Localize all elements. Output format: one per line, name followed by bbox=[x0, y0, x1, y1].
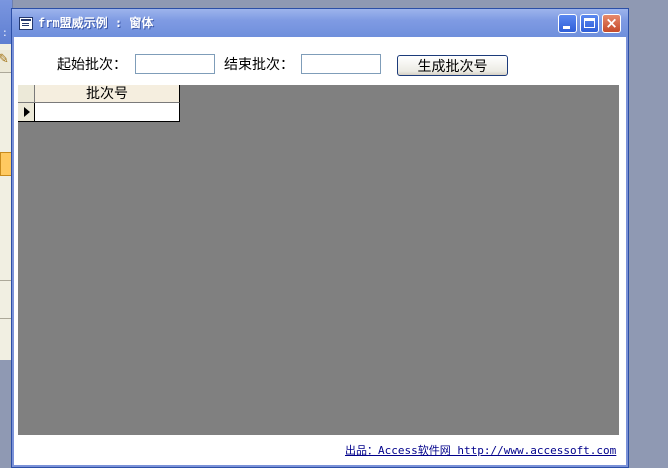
maximize-button[interactable] bbox=[580, 14, 599, 33]
window-title: frm盟威示例 : 窗体 bbox=[38, 16, 154, 30]
form-window: frm盟威示例 : 窗体 × 起始批次： 结束批次： 生成批次号 批次号 出品：… bbox=[11, 8, 629, 468]
batch-datasheet[interactable]: 批次号 bbox=[18, 85, 619, 435]
close-button[interactable]: × bbox=[602, 14, 621, 33]
end-batch-input[interactable] bbox=[301, 54, 381, 74]
form-icon[interactable] bbox=[19, 17, 33, 30]
credit-link[interactable]: 出品：Access软件网 http://www.accessoft.com bbox=[345, 442, 616, 458]
batch-number-cell[interactable] bbox=[35, 103, 180, 122]
minimize-icon bbox=[563, 26, 570, 29]
maximize-icon bbox=[584, 18, 595, 28]
start-batch-input[interactable] bbox=[135, 54, 215, 74]
record-selector[interactable] bbox=[18, 103, 35, 122]
start-batch-label: 起始批次： bbox=[57, 57, 127, 73]
form-body: 起始批次： 结束批次： 生成批次号 批次号 出品：Access软件网 http:… bbox=[15, 37, 625, 464]
datasheet-select-all[interactable] bbox=[18, 85, 35, 103]
close-icon: × bbox=[605, 14, 618, 32]
column-header-batch-number[interactable]: 批次号 bbox=[35, 85, 180, 103]
titlebar[interactable]: frm盟威示例 : 窗体 × bbox=[12, 9, 628, 37]
generate-batch-button[interactable]: 生成批次号 bbox=[397, 55, 508, 76]
pencil-icon[interactable]: ✎ bbox=[0, 52, 9, 67]
end-batch-label: 结束批次： bbox=[224, 57, 294, 73]
record-pointer-icon bbox=[24, 107, 30, 117]
background-window-colon: : bbox=[3, 26, 7, 39]
minimize-button[interactable] bbox=[558, 14, 577, 33]
